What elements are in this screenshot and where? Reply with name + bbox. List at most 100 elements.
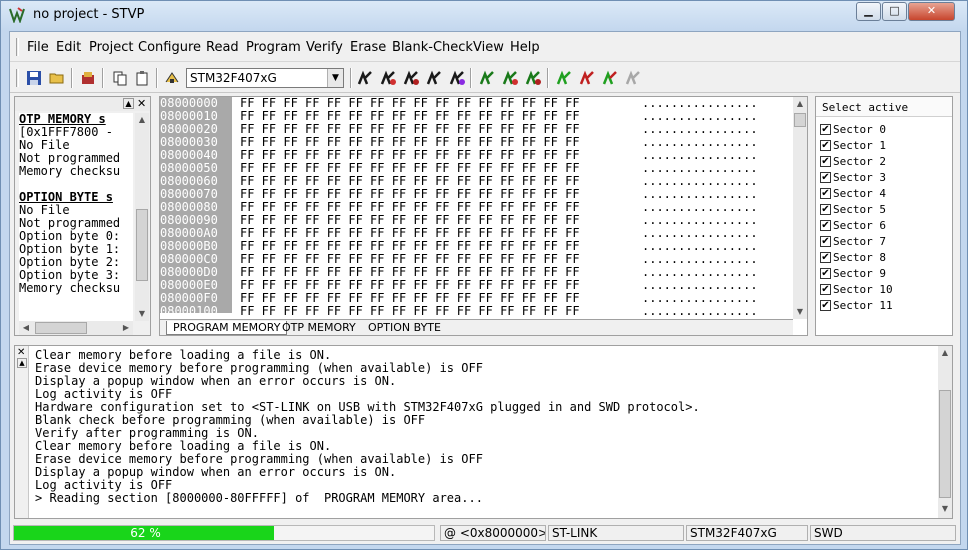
checkbox[interactable]: ✔	[820, 283, 831, 295]
menu-erase[interactable]: Erase	[350, 40, 386, 55]
sector-label: Sector 6	[833, 218, 886, 232]
menu-blank-check[interactable]: Blank-Check	[392, 40, 473, 55]
verify-all-icon[interactable]	[401, 68, 421, 88]
sector-label: Sector 2	[833, 154, 886, 168]
scroll-thumb[interactable]	[794, 113, 806, 127]
checkbox[interactable]: ✔	[820, 187, 831, 199]
verify-current-tab-icon[interactable]	[523, 68, 543, 88]
program-current-tab-icon[interactable]	[500, 68, 520, 88]
toolbar-separator	[102, 68, 104, 88]
maximize-button[interactable]: □	[882, 2, 907, 21]
close-icon[interactable]: ✕	[17, 347, 25, 358]
checkbox[interactable]: ✔	[820, 267, 831, 279]
sector-label: Sector 7	[833, 234, 886, 248]
checkbox[interactable]: ✔	[820, 203, 831, 215]
tab-otp-memory[interactable]: OTP MEMORY	[276, 321, 362, 335]
menu-view[interactable]: View	[473, 40, 504, 55]
checkbox[interactable]: ✔	[820, 235, 831, 247]
progress-label: 62 %	[130, 526, 161, 540]
sector-checkbox-row[interactable]: ✔ Sector 5	[820, 201, 886, 217]
sector-checkbox-row[interactable]: ✔ Sector 1	[820, 137, 886, 153]
checkbox[interactable]: ✔	[820, 171, 831, 183]
scroll-up-icon[interactable]: ▲	[17, 358, 27, 368]
memory-vscroll[interactable]: ▲ ▼	[793, 97, 807, 319]
scroll-down-arrow-icon[interactable]: ▼	[135, 307, 149, 321]
read-all-icon[interactable]	[355, 68, 375, 88]
device-chip-icon[interactable]	[162, 68, 182, 88]
stvp-window: no project - STVP ▁ □ ✕ File Edit Projec…	[0, 0, 968, 550]
read-green-icon[interactable]	[554, 68, 574, 88]
log-vscroll[interactable]: ▲ ▼	[938, 346, 952, 518]
scroll-thumb[interactable]	[35, 322, 87, 334]
sector-label: Sector 9	[833, 266, 886, 280]
menu-file[interactable]: File	[27, 40, 49, 55]
sector-checkbox-row[interactable]: ✔ Sector 4	[820, 185, 886, 201]
minimize-button[interactable]: ▁	[856, 2, 881, 21]
sector-checkbox-row[interactable]: ✔ Sector 8	[820, 249, 886, 265]
toolbar-grip[interactable]	[16, 69, 19, 87]
sector-checkbox-row[interactable]: ✔ Sector 0	[820, 121, 886, 137]
close-button[interactable]: ✕	[908, 2, 955, 21]
checkbox[interactable]: ✔	[820, 219, 831, 231]
checkbox[interactable]: ✔	[820, 299, 831, 311]
info-panel-hscroll[interactable]: ◀ ▶	[19, 321, 133, 335]
scroll-up-icon[interactable]: ▲	[123, 98, 134, 109]
checkbox[interactable]: ✔	[820, 251, 831, 263]
chevron-down-icon[interactable]: ▼	[327, 69, 343, 87]
scroll-up-arrow-icon[interactable]: ▲	[135, 113, 149, 127]
toolbar-separator	[350, 68, 352, 88]
sector-checkbox-row[interactable]: ✔ Sector 11	[820, 297, 893, 313]
info-panel-header: ▲ ✕	[15, 97, 150, 111]
menubar-grip[interactable]	[16, 38, 19, 56]
menu-read[interactable]: Read	[206, 40, 239, 55]
menu-verify[interactable]: Verify	[306, 40, 343, 55]
checkbox[interactable]: ✔	[820, 155, 831, 167]
info-panel-vscroll[interactable]: ▲ ▼	[135, 113, 149, 321]
scroll-thumb[interactable]	[939, 390, 951, 498]
sector-checkbox-row[interactable]: ✔ Sector 7	[820, 233, 886, 249]
sector-checkbox-row[interactable]: ✔ Sector 2	[820, 153, 886, 169]
scroll-down-arrow-icon[interactable]: ▼	[938, 502, 952, 516]
copy-icon[interactable]	[110, 68, 130, 88]
menu-bar: File Edit Project Configure Read Program…	[10, 32, 960, 62]
memory-hex-row[interactable]: FF FF FF FF FF FF FF FF FF FF FF FF FF F…	[240, 305, 620, 318]
verify-green-red-icon[interactable]	[600, 68, 620, 88]
scroll-up-arrow-icon[interactable]: ▲	[938, 346, 952, 360]
scroll-right-arrow-icon[interactable]: ▶	[119, 321, 133, 335]
sector-checkbox-row[interactable]: ✔ Sector 10	[820, 281, 893, 297]
program-all-icon[interactable]	[378, 68, 398, 88]
title-bar[interactable]: no project - STVP ▁ □ ✕	[1, 1, 967, 29]
menu-project[interactable]: Project	[89, 40, 133, 55]
sector-label: Sector 0	[833, 122, 886, 136]
erase-icon[interactable]	[424, 68, 444, 88]
log-gutter: ✕ ▲	[15, 346, 29, 518]
toolbar: STM32F407xG ▼	[10, 63, 960, 93]
menu-edit[interactable]: Edit	[56, 40, 81, 55]
info-line: Memory checksu	[19, 164, 121, 178]
log-text: Clear memory before loading a file is ON…	[35, 349, 935, 505]
project-icon[interactable]	[78, 68, 98, 88]
paste-icon[interactable]	[132, 68, 152, 88]
sector-checkbox-row[interactable]: ✔ Sector 3	[820, 169, 886, 185]
device-select[interactable]: STM32F407xG ▼	[186, 68, 344, 88]
toolbar-separator	[547, 68, 549, 88]
program-red-icon[interactable]	[577, 68, 597, 88]
open-folder-icon[interactable]	[47, 68, 67, 88]
sector-checkbox-row[interactable]: ✔ Sector 9	[820, 265, 886, 281]
blank-check-icon[interactable]	[447, 68, 467, 88]
scroll-thumb[interactable]	[136, 209, 148, 281]
checkbox[interactable]: ✔	[820, 139, 831, 151]
scroll-up-arrow-icon[interactable]: ▲	[793, 97, 807, 111]
menu-configure[interactable]: Configure	[138, 40, 201, 55]
save-icon[interactable]	[24, 68, 44, 88]
tab-program-memory[interactable]: PROGRAM MEMORY	[166, 321, 288, 335]
scroll-down-arrow-icon[interactable]: ▼	[793, 305, 807, 319]
sector-checkbox-row[interactable]: ✔ Sector 6	[820, 217, 886, 233]
tab-option-byte[interactable]: OPTION BYTE	[362, 321, 447, 335]
read-current-tab-icon[interactable]	[477, 68, 497, 88]
menu-program[interactable]: Program	[246, 40, 301, 55]
close-icon[interactable]: ✕	[137, 97, 146, 110]
checkbox[interactable]: ✔	[820, 123, 831, 135]
menu-help[interactable]: Help	[510, 40, 540, 55]
scroll-left-arrow-icon[interactable]: ◀	[19, 321, 33, 335]
